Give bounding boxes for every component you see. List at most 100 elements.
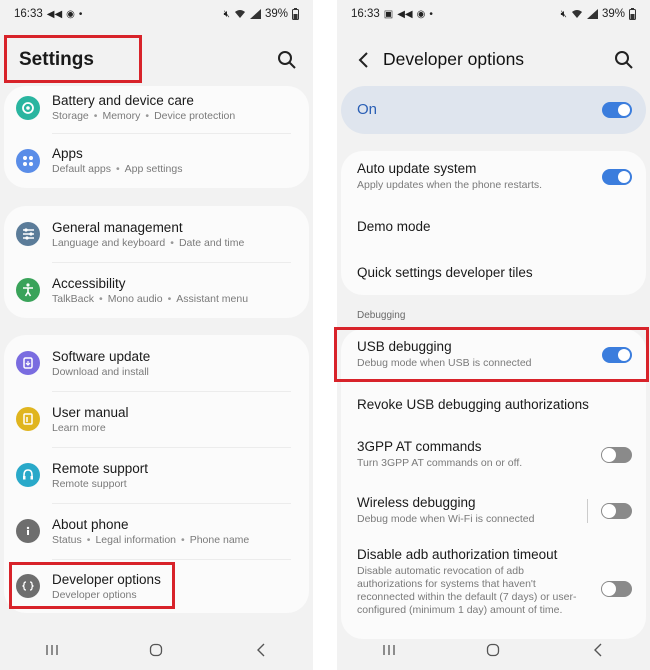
3gpp-toggle[interactable] [601, 447, 632, 463]
wireless-debugging-item[interactable]: Wireless debugging Debug mode when Wi-Fi… [341, 483, 646, 539]
remote-support-icon [16, 463, 40, 487]
master-switch-label: On [357, 101, 378, 118]
item-title: Apps [52, 146, 83, 161]
item-title: Disable adb authorization timeout [357, 547, 558, 562]
item-subtitle: Debug mode when USB is connected [357, 357, 532, 370]
usb-debugging-toggle[interactable] [602, 347, 632, 363]
settings-item-apps[interactable]: Apps Default apps • App settings [4, 133, 309, 188]
revoke-usb-authorizations-item[interactable]: Revoke USB debugging authorizations [341, 381, 646, 427]
battery-care-icon [16, 95, 40, 120]
item-subtitle: Storage • Memory • Device protection [52, 110, 236, 122]
battery-icon [629, 8, 636, 20]
quick-settings-tiles-item[interactable]: Quick settings developer tiles [341, 249, 646, 295]
item-subtitle: Debug mode when Wi-Fi is connected [357, 513, 535, 526]
signal-icon [249, 9, 261, 19]
item-title: Auto update system [357, 161, 477, 177]
item-title: Developer options [52, 571, 161, 587]
developer-group-1: Auto update system Apply updates when th… [341, 151, 646, 295]
item-title: User manual [52, 404, 129, 420]
settings-item-about-phone[interactable]: About phone Status • Legal information • Pho… [4, 503, 309, 559]
status-time: 16:33 [14, 8, 43, 20]
send-icon: ◀◀ [397, 8, 413, 20]
dot-icon: • [429, 8, 433, 20]
item-title: Remote support [52, 460, 149, 476]
auto-update-toggle[interactable] [602, 169, 632, 185]
about-phone-icon [16, 519, 40, 543]
sync-icon: ◉ [66, 8, 75, 20]
user-manual-icon [16, 407, 40, 431]
gallery-icon: ▣ [383, 8, 394, 20]
item-subtitle: Status • Legal information • Phone name [52, 533, 250, 546]
master-switch-bar[interactable]: On [341, 86, 646, 134]
home-button[interactable] [136, 635, 176, 665]
divider [587, 499, 588, 523]
usb-debugging-item[interactable]: USB debugging Debug mode when USB is con… [341, 329, 646, 381]
developer-group-2: USB debugging Debug mode when USB is con… [341, 329, 646, 639]
send-icon: ◀◀ [46, 8, 63, 20]
wifi-icon [571, 10, 582, 18]
dot-icon: • [78, 8, 83, 20]
item-title: Quick settings developer tiles [357, 264, 533, 280]
item-title: Wireless debugging [357, 495, 476, 511]
status-time: 16:33 [351, 8, 380, 20]
demo-mode-item[interactable]: Demo mode [341, 203, 646, 249]
settings-item-user-manual[interactable]: User manual Learn more [4, 391, 309, 447]
back-nav-button[interactable] [578, 635, 618, 665]
item-subtitle: Default apps • App settings [52, 163, 183, 175]
item-subtitle: Language and keyboard • Date and time [52, 236, 245, 249]
item-title: Software update [52, 348, 151, 364]
auto-update-system-item[interactable]: Auto update system Apply updates when th… [341, 151, 646, 203]
item-subtitle: Learn more [52, 421, 106, 434]
item-subtitle: Developer options [52, 588, 137, 601]
3gpp-at-commands-item[interactable]: 3GPP AT commands Turn 3GPP AT commands o… [341, 427, 646, 483]
back-nav-button[interactable] [241, 635, 281, 665]
item-title: Battery and device care [52, 93, 194, 108]
battery-level: 39% [601, 8, 625, 20]
apps-icon [16, 148, 40, 173]
wifi-icon [234, 10, 245, 18]
item-title: Demo mode [357, 218, 431, 234]
settings-item-remote-support[interactable]: Remote support Remote support [4, 447, 309, 503]
mute-icon: 🔇︎ [560, 8, 567, 20]
mute-icon: 🔇︎ [223, 8, 230, 20]
settings-group-3: Software update Download and install Use… [4, 335, 309, 613]
settings-header: Settings [0, 34, 313, 86]
developer-options-header: Developer options [337, 34, 650, 86]
settings-group-1: Battery and device care Storage • Memory • D… [4, 86, 309, 188]
back-arrow-icon[interactable] [353, 48, 375, 72]
item-title: 3GPP AT commands [357, 439, 482, 455]
adb-timeout-toggle[interactable] [601, 581, 632, 597]
item-subtitle: Turn 3GPP AT commands on or off. [357, 457, 523, 470]
navigation-bar [0, 630, 313, 670]
page-title: Settings [19, 49, 94, 70]
item-subtitle: Remote support [52, 477, 127, 490]
recent-apps-button[interactable] [32, 635, 72, 665]
home-button[interactable] [473, 635, 513, 665]
developer-options-icon [16, 574, 40, 598]
settings-item-developer-options[interactable]: Developer options Developer options [4, 559, 309, 613]
battery-icon [292, 8, 299, 20]
settings-item-battery[interactable]: Battery and device care Storage • Memory • D… [4, 86, 309, 133]
wireless-debugging-toggle[interactable] [601, 503, 632, 519]
disable-adb-timeout-item[interactable]: Disable adb authorization timeout Disabl… [341, 539, 646, 635]
sync-icon: ◉ [416, 8, 426, 20]
item-title: Accessibility [52, 275, 126, 291]
search-icon[interactable] [275, 48, 299, 72]
settings-item-software-update[interactable]: Software update Download and install [4, 335, 309, 391]
status-bar: 16:33 ▣ ◀◀ ◉ • 🔇︎ 39% [337, 0, 650, 28]
search-icon[interactable] [612, 48, 636, 72]
recent-apps-button[interactable] [369, 635, 409, 665]
settings-item-accessibility[interactable]: Accessibility TalkBack • Mono audio • Assist… [4, 262, 309, 318]
navigation-bar [337, 630, 650, 670]
master-toggle[interactable] [602, 102, 632, 118]
item-subtitle: Disable automatic revocation of adb auth… [357, 565, 577, 617]
item-title: Revoke USB debugging authorizations [357, 396, 589, 412]
item-title: USB debugging [357, 339, 452, 355]
item-title: General management [52, 219, 183, 235]
general-management-icon [16, 222, 40, 246]
item-title: About phone [52, 516, 129, 532]
settings-screen: 16:33 ◀◀ ◉ • 🔇︎ 39% Settings Battery and… [0, 0, 313, 670]
signal-icon [586, 9, 598, 19]
software-update-icon [16, 351, 40, 375]
settings-item-general-management[interactable]: General management Language and keyboard… [4, 206, 309, 262]
